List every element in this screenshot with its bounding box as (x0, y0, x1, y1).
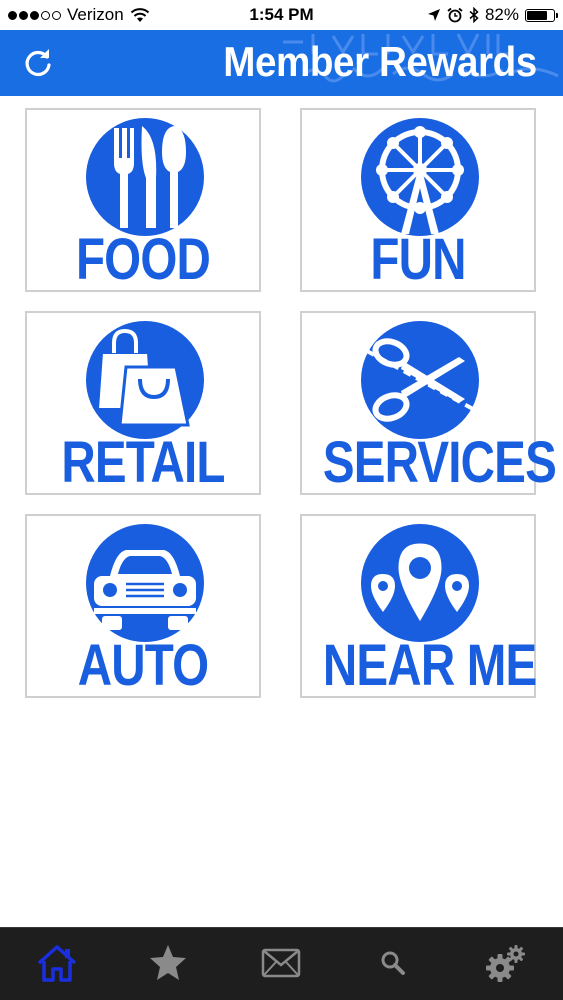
bluetooth-icon (469, 7, 479, 23)
category-tile-retail[interactable]: RETAIL (25, 311, 261, 495)
category-label: FUN (370, 227, 466, 292)
tab-messages[interactable] (256, 938, 306, 988)
refresh-button[interactable] (22, 46, 54, 78)
gears-icon (486, 945, 525, 982)
tab-search[interactable] (368, 938, 418, 988)
map-pins-icon (361, 524, 479, 642)
category-label: NEAR ME (322, 633, 537, 698)
star-icon (150, 945, 186, 980)
battery-icon (525, 8, 558, 22)
category-label: SERVICES (322, 430, 557, 495)
tab-settings[interactable] (480, 938, 530, 988)
home-icon (37, 945, 77, 982)
scissors-icon (361, 321, 479, 439)
app-header: Member Rewards (0, 30, 563, 96)
category-tile-fun[interactable]: FUN (300, 108, 536, 292)
car-icon (86, 524, 204, 642)
utensils-icon (86, 118, 204, 236)
category-label: RETAIL (61, 430, 225, 495)
battery-percent: 82% (484, 5, 519, 24)
category-tile-food[interactable]: FOOD (25, 108, 261, 292)
page-title: Member Rewards (223, 38, 537, 85)
category-tile-services[interactable]: SERVICES (300, 311, 557, 495)
envelope-icon (261, 948, 301, 978)
shopping-bags-icon (86, 321, 204, 439)
tab-favorites[interactable] (143, 938, 193, 988)
search-icon (381, 951, 405, 975)
ferris-wheel-icon (361, 118, 479, 236)
category-tile-near-me[interactable]: NEAR ME (300, 514, 537, 698)
status-bar: Verizon 1:54 PM 82% (0, 0, 563, 30)
category-label: FOOD (75, 227, 211, 292)
category-label: AUTO (77, 633, 209, 698)
location-icon (427, 9, 440, 21)
alarm-icon (447, 7, 463, 23)
tab-home[interactable] (32, 938, 82, 988)
category-tile-auto[interactable]: AUTO (25, 514, 261, 698)
tab-bar (0, 927, 563, 1000)
